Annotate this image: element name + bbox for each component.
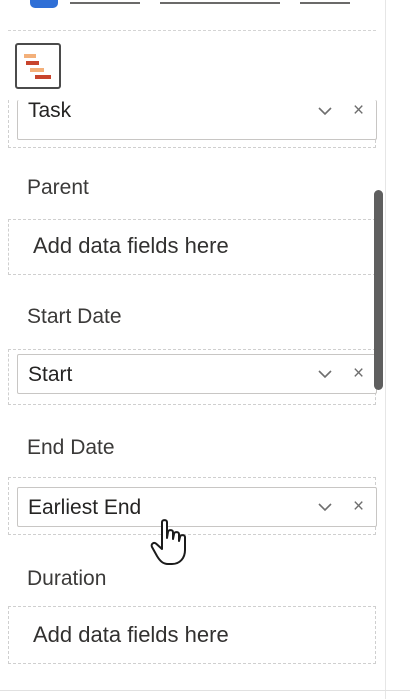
- close-icon[interactable]: ×: [353, 101, 364, 121]
- start-date-field-pill[interactable]: Start ×: [17, 354, 377, 394]
- field-pill-label: Earliest End: [28, 496, 142, 519]
- parent-field-well[interactable]: Add data fields here: [8, 219, 376, 275]
- hand-pointer-cursor-icon: [150, 518, 190, 573]
- close-icon[interactable]: ×: [353, 364, 364, 384]
- chevron-down-icon[interactable]: [317, 366, 333, 387]
- parent-placeholder: Add data fields here: [33, 233, 229, 258]
- duration-placeholder: Add data fields here: [33, 622, 229, 647]
- cropped-text: [160, 2, 280, 4]
- gantt-chart-icon: [24, 54, 51, 79]
- cropped-text: [300, 2, 350, 4]
- start-date-section-label: Start Date: [27, 305, 122, 328]
- cropped-text: [70, 2, 140, 4]
- parent-section-label: Parent: [27, 176, 89, 199]
- chevron-down-icon[interactable]: [317, 499, 333, 520]
- gantt-visual-button[interactable]: [15, 43, 61, 89]
- start-date-field-well[interactable]: Start ×: [8, 349, 377, 405]
- task-field-pill[interactable]: Task ×: [17, 99, 377, 140]
- duration-field-well[interactable]: Add data fields here: [8, 606, 376, 664]
- bottom-divider: [0, 690, 410, 691]
- field-pill-label: Task: [28, 99, 72, 122]
- vertical-scrollbar-thumb[interactable]: [374, 190, 383, 390]
- top-cropped-strip: [0, 0, 410, 14]
- field-pill-label: Start: [28, 363, 73, 386]
- pane-divider: [385, 0, 386, 699]
- end-date-field-pill[interactable]: Earliest End ×: [17, 487, 377, 527]
- section-divider: [8, 30, 376, 31]
- close-icon[interactable]: ×: [353, 497, 364, 517]
- end-date-field-well[interactable]: Earliest End ×: [8, 477, 377, 535]
- end-date-section-label: End Date: [27, 436, 115, 459]
- checkbox-icon[interactable]: [30, 0, 58, 8]
- duration-section-label: Duration: [27, 567, 107, 590]
- task-field-well[interactable]: Task ×: [8, 99, 377, 148]
- chevron-down-icon[interactable]: [317, 103, 333, 124]
